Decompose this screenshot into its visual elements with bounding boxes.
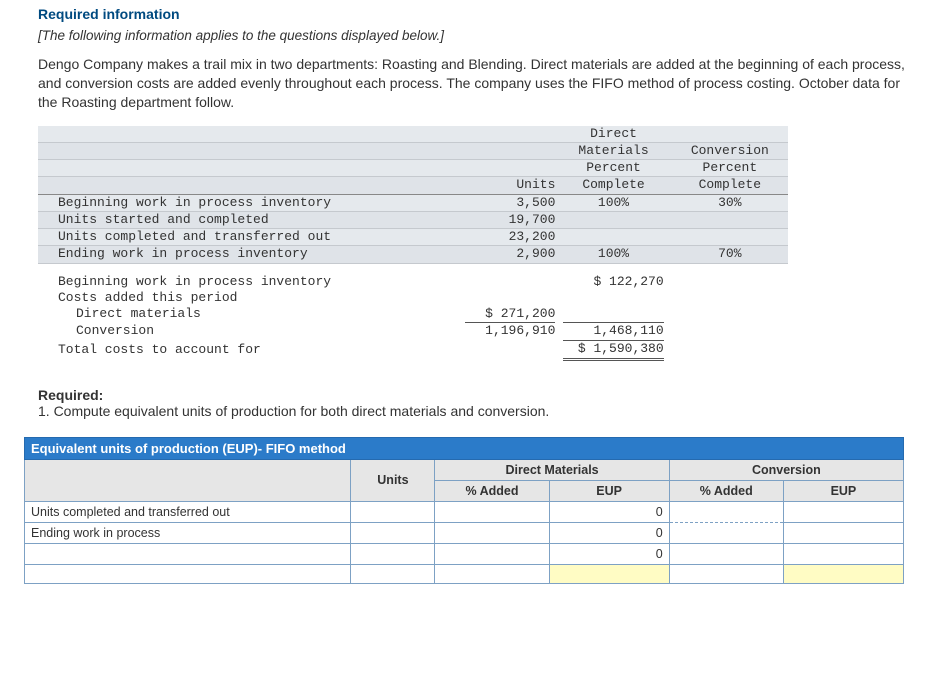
col-conv-pct: % Added	[669, 480, 783, 501]
entry-row4-dm-eup[interactable]	[549, 564, 669, 583]
row-started-units: 19,700	[461, 211, 559, 228]
col-dm-eup: EUP	[549, 480, 669, 501]
cost-added-label: Costs added this period	[38, 290, 461, 306]
cost-conv-sum: 1,468,110	[563, 322, 663, 339]
entry-row2-conv-eup[interactable]	[783, 522, 903, 543]
row-begin-wip-conv: 30%	[676, 194, 788, 211]
process-data-table: Direct Materials Conversion Percent Perc…	[38, 126, 788, 361]
entry-row1-dm-eup[interactable]: 0	[549, 501, 669, 522]
entry-row3-units[interactable]	[351, 543, 435, 564]
entry-row1-label[interactable]: Units completed and transferred out	[25, 501, 351, 522]
dm-percent-label: Percent	[559, 160, 675, 177]
eup-table-title: Equivalent units of production (EUP)- FI…	[25, 437, 904, 459]
row-end-wip-conv: 70%	[676, 246, 788, 263]
cost-begin-wip-label: Beginning work in process inventory	[38, 274, 461, 290]
col-dm-pct: % Added	[435, 480, 549, 501]
cost-total-label: Total costs to account for	[38, 340, 461, 361]
col-dm-header: Direct Materials	[435, 459, 669, 480]
conv-complete-label: Complete	[676, 177, 788, 194]
units-header: Units	[461, 177, 559, 194]
problem-body: Dengo Company makes a trail mix in two d…	[38, 55, 916, 112]
conv-header: Conversion	[676, 142, 788, 159]
entry-row1-conv-eup[interactable]	[783, 501, 903, 522]
row-begin-wip-label: Beginning work in process inventory	[38, 194, 461, 211]
entry-row2-label[interactable]: Ending work in process	[25, 522, 351, 543]
dm-header-mid: Materials	[559, 142, 675, 159]
required-heading: Required:	[38, 387, 926, 403]
dm-complete-label: Complete	[559, 177, 675, 194]
question-1: 1. Compute equivalent units of productio…	[38, 403, 926, 419]
row-end-wip-label: Ending work in process inventory	[38, 246, 461, 263]
entry-row1-conv-pct[interactable]	[669, 501, 783, 522]
col-conv-eup: EUP	[783, 480, 903, 501]
cost-total-value: $ 1,590,380	[563, 340, 663, 361]
entry-row3-conv-pct[interactable]	[669, 543, 783, 564]
entry-row3-dm-eup[interactable]: 0	[549, 543, 669, 564]
entry-row1-units[interactable]	[351, 501, 435, 522]
conv-percent-label: Percent	[676, 160, 788, 177]
row-completed-label: Units completed and transferred out	[38, 229, 461, 246]
entry-row2-conv-pct[interactable]	[669, 522, 783, 543]
row-begin-wip-units: 3,500	[461, 194, 559, 211]
entry-row4-conv-pct[interactable]	[669, 564, 783, 583]
entry-row2-dm-eup[interactable]: 0	[549, 522, 669, 543]
required-information-heading: Required information	[38, 6, 916, 22]
eup-entry-table: Equivalent units of production (EUP)- FI…	[24, 437, 904, 584]
cost-dm-label: Direct materials	[38, 306, 461, 322]
entry-row2-units[interactable]	[351, 522, 435, 543]
cost-dm-value: $ 271,200	[461, 306, 559, 322]
entry-row3-conv-eup[interactable]	[783, 543, 903, 564]
row-begin-wip-dm: 100%	[559, 194, 675, 211]
entry-row4-dm-pct[interactable]	[435, 564, 549, 583]
cost-conv-label: Conversion	[38, 322, 461, 339]
row-end-wip-dm: 100%	[559, 246, 675, 263]
entry-row3-dm-pct[interactable]	[435, 543, 549, 564]
col-units-header: Units	[351, 459, 435, 501]
entry-row4-label[interactable]	[25, 564, 351, 583]
cost-conv-value: 1,196,910	[465, 322, 555, 339]
row-completed-units: 23,200	[461, 229, 559, 246]
entry-row4-conv-eup[interactable]	[783, 564, 903, 583]
applies-note: [The following information applies to th…	[38, 28, 916, 43]
entry-row3-label[interactable]	[25, 543, 351, 564]
entry-row2-dm-pct[interactable]	[435, 522, 549, 543]
cost-begin-wip-value: $ 122,270	[559, 274, 675, 290]
row-started-label: Units started and completed	[38, 211, 461, 228]
dm-header-top: Direct	[559, 126, 675, 143]
col-conv-header: Conversion	[669, 459, 903, 480]
entry-row1-dm-pct[interactable]	[435, 501, 549, 522]
row-end-wip-units: 2,900	[461, 246, 559, 263]
entry-row4-units[interactable]	[351, 564, 435, 583]
